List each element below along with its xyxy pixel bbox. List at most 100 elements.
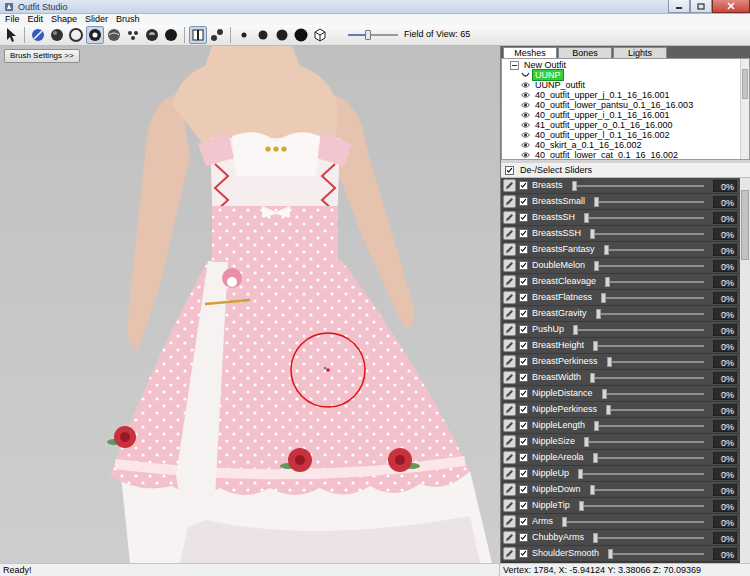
slider-checkbox[interactable] [519,245,528,254]
edit-slider-button[interactable] [503,531,516,544]
minimize-button[interactable] [668,0,690,13]
panel-tab[interactable]: Meshes [503,47,557,58]
edit-slider-button[interactable] [503,211,516,224]
edit-slider-button[interactable] [503,323,516,336]
tree-item[interactable]: 40_outfit_upper_i_0.1_16_16.001 [510,110,740,120]
slider-track[interactable] [562,516,704,528]
slider-value[interactable]: 0% [713,452,737,464]
slider-checkbox[interactable] [519,405,528,414]
tree-item[interactable]: 40_skirt_a_0.1_16_16.002 [510,140,740,150]
slider-track[interactable] [590,228,704,240]
select-tool-button[interactable] [2,26,20,44]
lighting-tool-button[interactable] [273,26,291,44]
slider-track[interactable] [590,372,704,384]
edit-slider-button[interactable] [503,387,516,400]
slider-value[interactable]: 0% [713,532,737,544]
tree-item[interactable]: 40_outfit_upper_l_0.1_16_16.002 [510,130,740,140]
slider-checkbox[interactable] [519,357,528,366]
slider-thumb[interactable] [590,485,595,495]
slider-checkbox[interactable] [519,341,528,350]
slider-track[interactable] [594,196,704,208]
slider-thumb[interactable] [596,309,601,319]
weight-tool-button[interactable] [143,26,161,44]
edit-slider-button[interactable] [503,291,516,304]
color-tool-button[interactable] [162,26,180,44]
slider-thumb[interactable] [573,325,578,335]
slider-thumb[interactable] [590,373,595,383]
inflate-tool-button[interactable] [48,26,66,44]
maximize-button[interactable] [690,0,712,13]
slider-scrollbar[interactable] [740,178,750,563]
panel-tab[interactable]: Bones [558,47,612,58]
edit-slider-button[interactable] [503,547,516,560]
slider-thumb[interactable] [607,357,612,367]
slider-track[interactable] [602,388,704,400]
edit-slider-button[interactable] [503,275,516,288]
smooth-tool-button[interactable] [105,26,123,44]
slider-checkbox[interactable] [519,517,528,526]
slider-thumb[interactable] [602,389,607,399]
edit-slider-button[interactable] [503,179,516,192]
tree-item[interactable]: 40_outfit_lower_cat_0.1_16_16.002 [510,150,740,159]
edit-slider-button[interactable] [503,467,516,480]
edit-slider-button[interactable] [503,499,516,512]
select-all-checkbox[interactable] [505,166,514,175]
slider-track[interactable] [601,292,704,304]
slider-value[interactable]: 0% [713,340,737,352]
fov-slider[interactable] [348,29,398,41]
slider-track[interactable] [578,468,704,480]
slider-track[interactable] [573,324,704,336]
slider-thumb[interactable] [584,437,589,447]
slider-thumb[interactable] [590,229,595,239]
tree-root[interactable]: New Outfit [510,60,740,70]
close-button[interactable] [712,0,750,13]
tree-item[interactable]: 40_outfit_upper_j_0.1_16_16.001 [510,90,740,100]
slider-checkbox[interactable] [519,389,528,398]
deflate-tool-button[interactable] [67,26,85,44]
undiff-tool-button[interactable] [124,26,142,44]
slider-value[interactable]: 0% [713,244,737,256]
slider-thumb[interactable] [606,405,611,415]
slider-checkbox[interactable] [519,373,528,382]
slider-value[interactable]: 0% [713,420,737,432]
slider-checkbox[interactable] [519,421,528,430]
slider-track[interactable] [594,420,704,432]
slider-checkbox[interactable] [519,533,528,542]
slider-value[interactable]: 0% [713,404,737,416]
edit-slider-button[interactable] [503,307,516,320]
slider-value[interactable]: 0% [713,276,737,288]
tree-item[interactable]: UUNP_outfit [510,80,740,90]
slider-track[interactable] [604,244,704,256]
slider-thumb[interactable] [593,341,598,351]
brush-settings-button[interactable]: Brush Settings >> [4,49,80,63]
vertices-tool-button[interactable] [235,26,253,44]
edit-slider-button[interactable] [503,355,516,368]
slider-value[interactable]: 0% [713,436,737,448]
edit-slider-button[interactable] [503,339,516,352]
edit-slider-button[interactable] [503,451,516,464]
slider-thumb[interactable] [584,213,589,223]
slider-checkbox[interactable] [519,309,528,318]
slider-value[interactable]: 0% [713,468,737,480]
edit-slider-button[interactable] [503,435,516,448]
slider-checkbox[interactable] [519,325,528,334]
slider-track[interactable] [593,532,704,544]
slider-value[interactable]: 0% [713,548,737,560]
slider-thumb[interactable] [594,421,599,431]
mirror-tool-button[interactable] [189,26,207,44]
move-tool-button[interactable] [86,26,104,44]
tree-item[interactable]: UUNP [510,70,740,80]
edit-slider-button[interactable] [503,243,516,256]
slider-thumb[interactable] [593,453,598,463]
slider-value[interactable]: 0% [713,500,737,512]
edit-slider-button[interactable] [503,227,516,240]
slider-checkbox[interactable] [519,453,528,462]
slider-track[interactable] [579,500,704,512]
edit-slider-button[interactable] [503,515,516,528]
slider-track[interactable] [594,260,704,272]
edit-slider-button[interactable] [503,195,516,208]
slider-checkbox[interactable] [519,293,528,302]
slider-checkbox[interactable] [519,437,528,446]
slider-checkbox[interactable] [519,501,528,510]
tree-item[interactable]: 40_outfit_lower_pantsu_0.1_16_16.003 [510,100,740,110]
